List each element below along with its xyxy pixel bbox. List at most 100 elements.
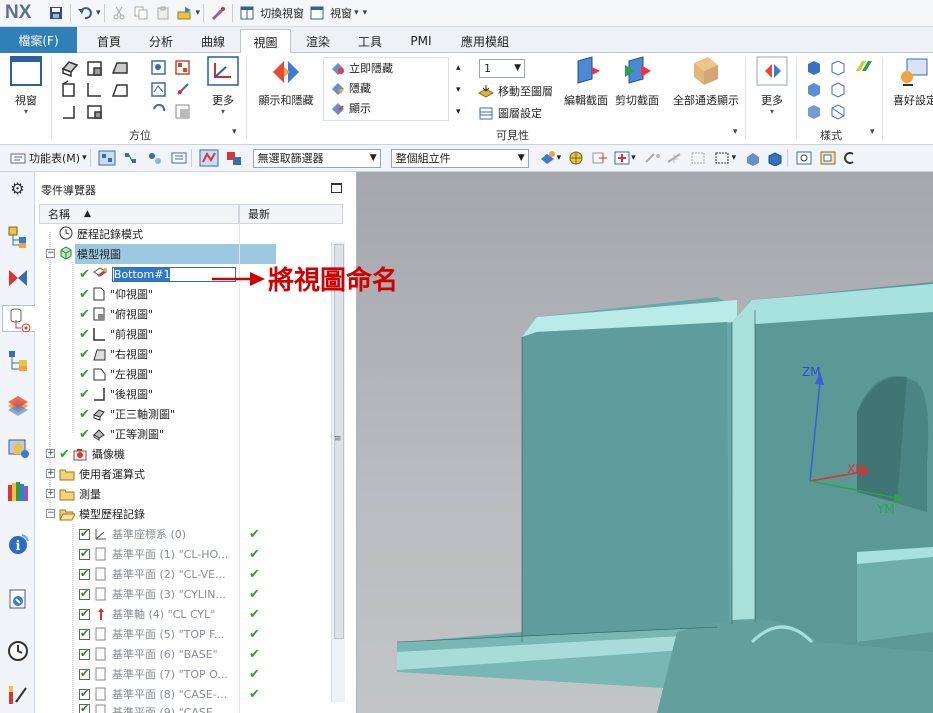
checkbox-checked-icon[interactable] [79, 687, 90, 700]
render-cube-icon[interactable] [766, 150, 784, 166]
graphics-viewport[interactable]: ZM XM YM [357, 172, 933, 713]
navigator-scrollbar[interactable]: ≡ [331, 242, 345, 702]
tree-row-measurements[interactable]: + 測量 [39, 484, 339, 504]
edit-section-button[interactable]: 編輯截面 [563, 55, 609, 108]
move-to-layer-button[interactable]: 移動至圖層 [478, 81, 553, 101]
group-dropdown-icon[interactable]: ▾ [733, 127, 738, 137]
show-hide-button[interactable]: 顯示和隱藏 [254, 55, 318, 108]
checkbox-checked-icon[interactable] [79, 547, 90, 560]
render-shaded-icon[interactable] [744, 150, 762, 166]
tree-row-feature[interactable]: 基準軸 (4) "CL CYL" ✔ [39, 604, 339, 624]
history-palette-tab[interactable] [4, 477, 31, 504]
tree-row-feature[interactable]: 基準平面 (7) "TOP O... ✔ [39, 664, 339, 684]
tree-row-feature[interactable]: 基準平面 (8) "CASE-... ✔ [39, 684, 339, 704]
style-render-grid[interactable] [804, 59, 876, 121]
point-snap-dropdown-icon[interactable]: ▾ [557, 153, 562, 163]
tree-row-expressions[interactable]: + 使用者運算式 [39, 464, 339, 484]
tree-row-view-top[interactable]: ✔ "俯視圖" [39, 304, 339, 324]
snap-dropdown-icon[interactable]: ▾ [631, 153, 636, 163]
group-dropdown-icon[interactable]: ▾ [232, 127, 237, 137]
tab-tools[interactable]: 工具 [345, 29, 395, 53]
column-header-latest[interactable]: 最新 [239, 204, 343, 224]
web-browser-tab[interactable] [4, 434, 31, 461]
list-scroll-up-icon[interactable]: ▴ [456, 63, 461, 73]
checkbox-checked-icon[interactable] [79, 587, 90, 600]
window-button[interactable]: 視窗 [330, 5, 352, 21]
part-navigator-tab[interactable] [2, 305, 36, 332]
select-rectangle-dropdown-icon[interactable]: ▾ [732, 153, 737, 163]
select-assembly-icon[interactable] [225, 150, 243, 166]
touch-mode-icon[interactable] [209, 4, 227, 22]
snap-icon-2[interactable] [591, 150, 609, 166]
clip-section-button[interactable]: 剪切截面 [613, 55, 661, 108]
work-layer-select[interactable]: 1 ▼ [479, 59, 525, 78]
fit-view-icon[interactable] [795, 150, 813, 166]
tab-curve[interactable]: 曲線 [188, 29, 238, 53]
assembly-navigator-tab[interactable] [4, 223, 31, 250]
snap-endpoint-icon[interactable] [644, 150, 662, 166]
paste-icon[interactable] [154, 4, 172, 22]
list-scroll-down-icon[interactable]: ▾ [456, 85, 461, 95]
repeat-dropdown-icon[interactable]: ▾ [196, 8, 201, 18]
preferences-button[interactable]: 喜好設定 [890, 55, 933, 108]
group-dropdown-icon[interactable]: ▾ [870, 127, 875, 137]
point-snap-icon[interactable] [539, 150, 557, 166]
selection-filter-select[interactable]: 無選取篩選器 ▼ [252, 148, 381, 168]
undo-dropdown-icon[interactable]: ▾ [96, 8, 101, 18]
info-tab[interactable]: i [4, 530, 31, 557]
maximize-icon[interactable] [331, 183, 342, 193]
column-header-name[interactable]: 名稱 ▲ [39, 204, 239, 224]
constraint-navigator-tab[interactable] [4, 264, 31, 291]
tree-row-feature[interactable]: 基準平面 (3) "CYLIN... ✔ [39, 584, 339, 604]
resource-settings-button[interactable]: ⚙ [4, 175, 31, 202]
instant-hide-button[interactable]: 立即隱藏 [330, 58, 393, 78]
layer-settings-button[interactable]: 圖層設定 [478, 103, 542, 123]
rotate-view-icon[interactable] [843, 150, 855, 166]
snap-midpoint-icon[interactable] [666, 150, 684, 166]
checkbox-checked-icon[interactable] [79, 607, 90, 620]
tree-row-view-isometric[interactable]: ✔ "正等測圖" [39, 424, 339, 444]
expand-icon[interactable]: + [46, 449, 55, 458]
tree-row-view-trimetric[interactable]: ✔ "正三軸測圖" [39, 404, 339, 424]
tree-row-view-front[interactable]: ✔ "前視圖" [39, 324, 339, 344]
customize-quick-access-icon[interactable]: ▾ [363, 8, 368, 18]
collapse-icon[interactable]: − [46, 509, 55, 518]
orient-views-grid[interactable] [60, 59, 150, 121]
tab-view[interactable]: 視圖 [240, 29, 291, 54]
window-dropdown-icon[interactable]: ▾ [354, 8, 359, 18]
snap-box-icon[interactable] [690, 150, 708, 166]
tree-row-feature[interactable]: 基準座標系 (0) ✔ [39, 524, 339, 544]
tree-row-view-left[interactable]: ✔ "左視圖" [39, 364, 339, 384]
expand-icon[interactable]: + [46, 469, 55, 478]
show-all-button[interactable]: 全部通透顯示 [671, 55, 741, 108]
roles-tab[interactable] [4, 680, 31, 707]
tree-row-cameras[interactable]: + ✔ 攝像機 [39, 444, 339, 464]
tab-applications[interactable]: 應用模組 [447, 29, 523, 53]
tree-row-view-back[interactable]: ✔ "後視圖" [39, 384, 339, 404]
tab-analysis[interactable]: 分析 [136, 29, 186, 53]
tab-render[interactable]: 渲染 [293, 29, 343, 53]
tree-row-feature[interactable]: 基準平面 (1) "CL-HO... ✔ [39, 544, 339, 564]
hide-button[interactable]: 隱藏 [330, 78, 371, 98]
select-rectangle-icon[interactable] [714, 150, 732, 166]
undo-icon[interactable] [76, 4, 94, 22]
select-icon-1[interactable] [98, 150, 116, 166]
switch-window-button[interactable]: 切換視窗 [260, 5, 304, 21]
select-icon-4[interactable] [170, 150, 188, 166]
tab-pmi[interactable]: PMI [397, 29, 445, 53]
menu-icon[interactable] [10, 151, 26, 165]
save-icon[interactable] [47, 4, 65, 22]
checkbox-checked-icon[interactable] [79, 567, 90, 580]
tab-file[interactable]: 檔案(F) [0, 27, 77, 53]
checkbox-checked-icon[interactable] [79, 527, 90, 540]
reuse-library-tab[interactable] [4, 347, 31, 374]
select-icon-3[interactable] [146, 150, 164, 166]
menu-dropdown-icon[interactable]: ▾ [82, 153, 87, 163]
copy-icon[interactable] [132, 4, 150, 22]
list-expand-icon[interactable]: ▾ [456, 107, 461, 117]
selection-scope-select[interactable]: 整個組立件 ▼ [390, 148, 529, 168]
tree-row-view-right[interactable]: ✔ "右視圖" [39, 344, 339, 364]
orient-tools-grid[interactable] [150, 59, 195, 121]
zoom-window-icon[interactable] [819, 150, 837, 166]
select-icon-2[interactable] [122, 150, 140, 166]
